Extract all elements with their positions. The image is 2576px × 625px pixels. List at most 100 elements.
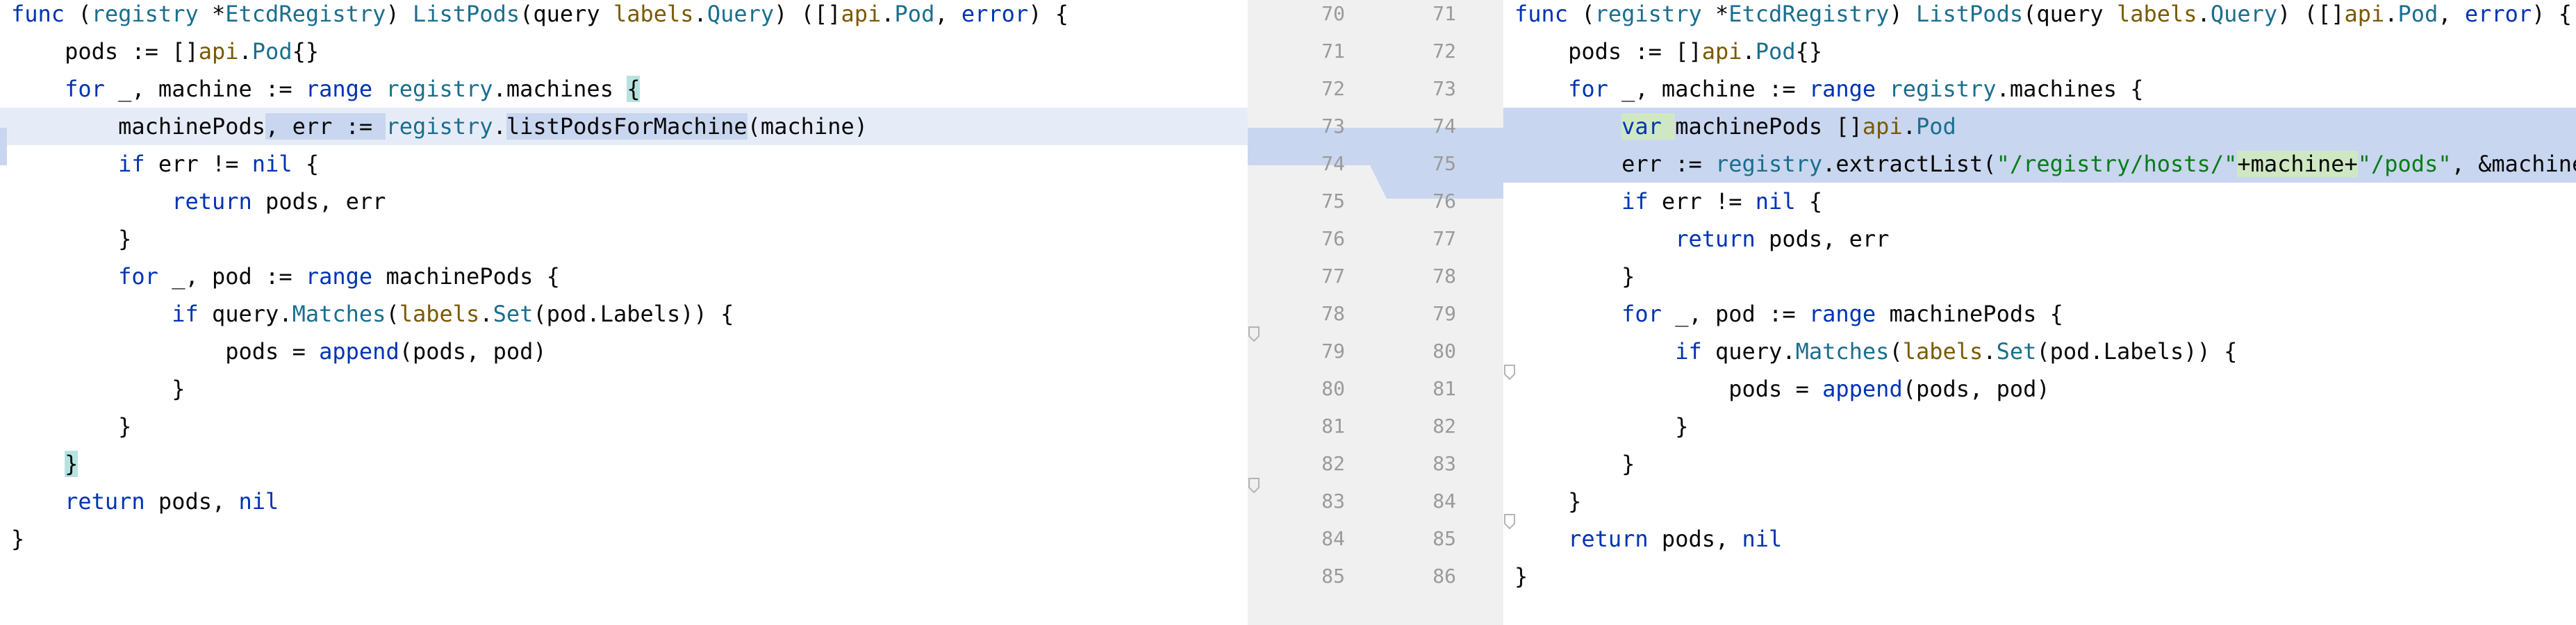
right-code-text: err := registry.extractList("/registry/h… bbox=[1514, 145, 2576, 183]
left-code-token: listPodsForMachine bbox=[506, 113, 748, 140]
right-code-text: return pods, err bbox=[1514, 220, 1889, 258]
fold-icon[interactable] bbox=[1503, 514, 1516, 529]
left-code-line[interactable]: return pods, err bbox=[0, 183, 1248, 220]
left-line-number: 79 bbox=[1321, 340, 1345, 362]
change-marker[interactable] bbox=[0, 128, 7, 165]
right-code-text: pods = append(pods, pod) bbox=[1514, 370, 2049, 408]
left-code-token: _, pod := bbox=[172, 263, 306, 290]
left-code-token: } bbox=[65, 451, 79, 477]
left-code-text: for _, machine := range registry.machine… bbox=[11, 70, 641, 108]
right-code-line[interactable]: for _, machine := range registry.machine… bbox=[1503, 70, 2576, 108]
right-code-token: func bbox=[1514, 1, 1582, 27]
right-code-token: labels bbox=[1902, 338, 1983, 365]
fold-icon[interactable] bbox=[1248, 478, 1260, 493]
left-code-token: if bbox=[172, 301, 212, 327]
right-line-number: 85 bbox=[1433, 527, 1456, 550]
right-code-token bbox=[1514, 301, 1621, 327]
right-code-token: {} bbox=[1795, 38, 1823, 65]
left-code-line[interactable]: machinePods, err := registry.listPodsFor… bbox=[0, 108, 1248, 145]
left-code-token: _, machine := bbox=[118, 76, 306, 102]
right-code-token: ( bbox=[1889, 338, 1903, 365]
right-code-token bbox=[1514, 526, 1568, 552]
right-code-line[interactable]: for _, pod := range machinePods { bbox=[1503, 295, 2576, 333]
right-code-line[interactable]: if err != nil { bbox=[1503, 183, 2576, 220]
left-code-token bbox=[11, 151, 118, 177]
fold-icon[interactable] bbox=[1503, 365, 1516, 380]
left-code-token: . bbox=[479, 301, 493, 327]
left-line-number: 81 bbox=[1321, 415, 1345, 438]
right-code-line[interactable]: } bbox=[1503, 445, 2576, 483]
right-code-line[interactable]: } bbox=[1503, 558, 2576, 595]
left-code-token: api bbox=[841, 1, 882, 27]
right-code-token: for bbox=[1621, 301, 1676, 327]
right-code-text: pods := []api.Pod{} bbox=[1514, 33, 1822, 70]
left-line-number: 75 bbox=[1321, 190, 1345, 212]
right-code-token: ) { bbox=[2532, 1, 2572, 27]
left-code-line[interactable]: } bbox=[0, 220, 1248, 258]
left-code-token: (pods, pod) bbox=[399, 338, 547, 365]
left-code-token: append bbox=[319, 338, 399, 365]
left-code-line[interactable]: } bbox=[0, 445, 1248, 483]
left-code-token: EtcdRegistry bbox=[225, 1, 386, 27]
left-code-line[interactable]: } bbox=[0, 370, 1248, 408]
right-editor-pane[interactable]: func (registry *EtcdRegistry) ListPods(q… bbox=[1503, 0, 2576, 625]
right-code-line[interactable]: err := registry.extractList("/registry/h… bbox=[1503, 145, 2576, 183]
right-line-number: 74 bbox=[1433, 115, 1456, 138]
left-code-text: } bbox=[11, 520, 24, 558]
left-code-token: registry bbox=[386, 113, 493, 140]
left-code-line[interactable]: if err != nil { bbox=[0, 145, 1248, 183]
right-line-number: 78 bbox=[1433, 265, 1456, 288]
right-code-token: append bbox=[1822, 376, 1903, 402]
right-code-token: pods, bbox=[1661, 526, 1742, 552]
left-code-token: machinePods { bbox=[386, 263, 560, 290]
right-code-text: if query.Matches(labels.Set(pod.Labels))… bbox=[1514, 333, 2237, 370]
left-code-line[interactable] bbox=[0, 558, 1248, 595]
left-code-line[interactable]: } bbox=[0, 520, 1248, 558]
right-code-line[interactable]: return pods, err bbox=[1503, 220, 2576, 258]
right-code-line[interactable]: return pods, nil bbox=[1503, 520, 2576, 558]
left-code-text: machinePods, err := registry.listPodsFor… bbox=[11, 108, 868, 145]
right-code-line[interactable]: pods = append(pods, pod) bbox=[1503, 370, 2576, 408]
right-code-token: err != bbox=[1661, 188, 1756, 215]
right-code-token: registry bbox=[1889, 76, 1997, 102]
left-code-line[interactable]: } bbox=[0, 408, 1248, 445]
right-code-token: . bbox=[1983, 338, 1997, 365]
left-code-text: return pods, err bbox=[11, 183, 386, 220]
left-code-line[interactable]: return pods, nil bbox=[0, 483, 1248, 520]
right-code-token: return bbox=[1675, 226, 1769, 252]
right-code-token: (query bbox=[2023, 1, 2117, 27]
right-line-number: 71 bbox=[1433, 2, 1456, 25]
left-code-line[interactable]: for _, machine := range registry.machine… bbox=[0, 70, 1248, 108]
left-code-line[interactable]: pods = append(pods, pod) bbox=[0, 333, 1248, 370]
right-code-token: EtcdRegistry bbox=[1728, 1, 1890, 27]
right-code-line[interactable]: func (registry *EtcdRegistry) ListPods(q… bbox=[1503, 0, 2576, 33]
right-code-token: (pod.Labels)) { bbox=[2036, 338, 2238, 365]
right-code-line[interactable]: } bbox=[1503, 483, 2576, 520]
right-code-line[interactable]: pods := []api.Pod{} bbox=[1503, 33, 2576, 70]
right-code-token bbox=[1514, 188, 1621, 215]
left-code-text: } bbox=[11, 370, 185, 408]
left-code-text: } bbox=[11, 408, 131, 445]
right-code-line[interactable]: var machinePods []api.Pod bbox=[1503, 108, 2576, 145]
right-code-line[interactable]: } bbox=[1503, 408, 2576, 445]
left-code-line[interactable]: func (registry *EtcdRegistry) ListPods(q… bbox=[0, 0, 1248, 33]
right-code-line[interactable]: } bbox=[1503, 258, 2576, 295]
right-code-token: extractList( bbox=[1835, 151, 1997, 177]
left-code-token: Query bbox=[707, 1, 775, 27]
left-code-token: . bbox=[493, 76, 506, 102]
right-code-token: , &machinePods) bbox=[2451, 151, 2576, 177]
left-code-token: return bbox=[65, 488, 158, 515]
left-code-text: } bbox=[11, 220, 131, 258]
fold-icon[interactable] bbox=[1248, 326, 1260, 342]
right-code-text: } bbox=[1514, 408, 1688, 445]
left-code-line[interactable]: if query.Matches(labels.Set(pod.Labels))… bbox=[0, 295, 1248, 333]
right-code-line[interactable]: if query.Matches(labels.Set(pod.Labels))… bbox=[1503, 333, 2576, 370]
diff-connector bbox=[1248, 128, 1503, 199]
left-editor-pane[interactable]: func (registry *EtcdRegistry) ListPods(q… bbox=[0, 0, 1248, 625]
right-code-token bbox=[1514, 338, 1675, 365]
right-code-token: +machine+ bbox=[2237, 151, 2358, 177]
left-code-token: * bbox=[211, 1, 226, 27]
left-code-line[interactable]: pods := []api.Pod{} bbox=[0, 33, 1248, 70]
left-code-line[interactable]: for _, pod := range machinePods { bbox=[0, 258, 1248, 295]
right-code-token: range bbox=[1808, 301, 1890, 327]
